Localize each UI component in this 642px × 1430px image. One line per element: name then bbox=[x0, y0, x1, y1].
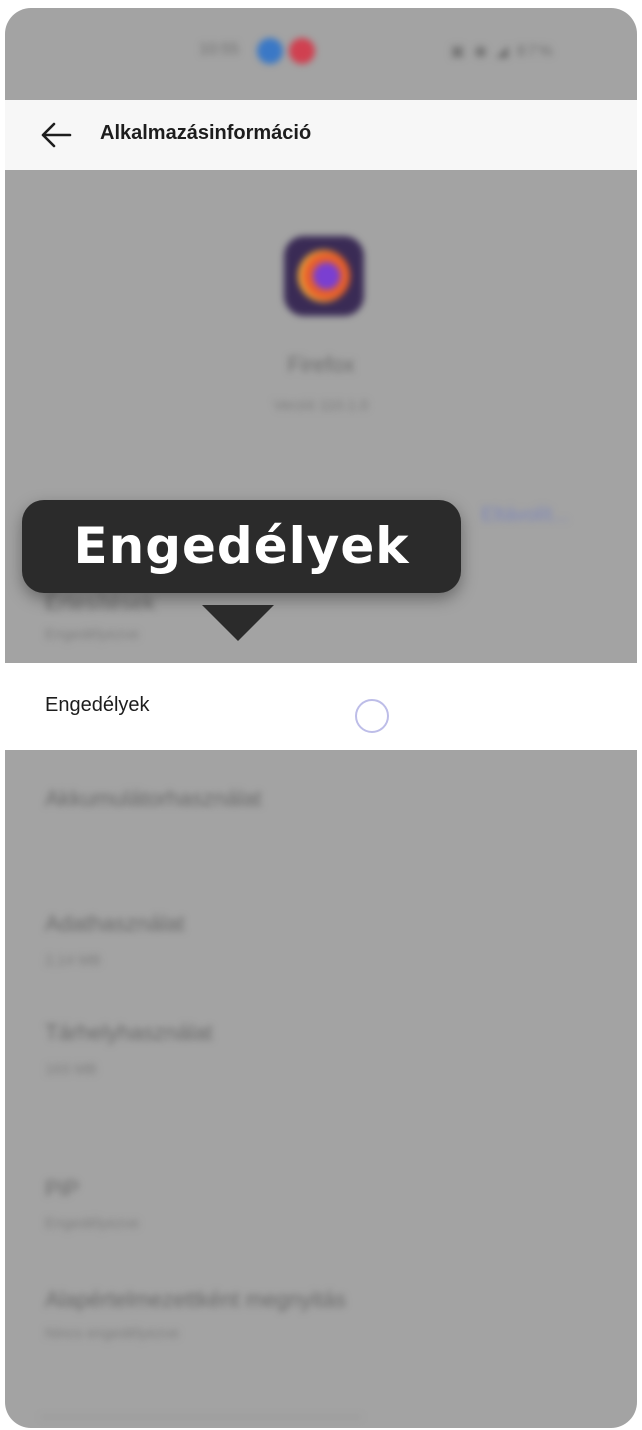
page-title: Alkalmazásinformáció bbox=[100, 122, 312, 144]
app-bar: Alkalmazásinformáció bbox=[5, 100, 637, 170]
row-storage-title[interactable]: Tárhelyhasználat bbox=[45, 1020, 213, 1046]
firefox-logo bbox=[298, 250, 350, 302]
phone-screen: 10:55 ▣ ◉ ◢ 87% Firefox Verzió 110.1.0 E… bbox=[5, 8, 637, 1428]
row-storage-subtitle: 163 MB bbox=[45, 1061, 97, 1078]
uninstall-link[interactable]: Eltávolít... bbox=[481, 504, 569, 527]
row-open-by-default-title[interactable]: Alapértelmezettként megnyitás bbox=[45, 1287, 346, 1313]
row-open-by-default-subtitle: Nincs engedélyezve bbox=[45, 1325, 180, 1342]
firefox-app-icon bbox=[284, 236, 364, 316]
arrow-left-icon[interactable] bbox=[39, 120, 73, 150]
status-icons: ▣ ◉ ◢ 87% bbox=[450, 43, 555, 60]
row-battery-title[interactable]: Akkumulátorhasználat bbox=[45, 786, 261, 812]
divider bbox=[41, 1416, 361, 1418]
status-bar: 10:55 ▣ ◉ ◢ 87% bbox=[5, 8, 637, 100]
tap-indicator-icon bbox=[355, 699, 389, 733]
app-version: Verzió 110.1.0 bbox=[273, 397, 369, 414]
tooltip-callout: Engedélyek bbox=[22, 500, 461, 593]
permissions-row[interactable]: Engedélyek bbox=[5, 663, 637, 750]
notification-icon bbox=[289, 38, 315, 64]
row-notifications-title[interactable]: Értesítések bbox=[45, 590, 155, 616]
permissions-label: Engedélyek bbox=[45, 694, 150, 716]
row-notifications-subtitle: Engedélyezve bbox=[45, 626, 140, 643]
tooltip-arrow bbox=[202, 605, 274, 641]
row-pip-title[interactable]: PiP bbox=[45, 1176, 79, 1202]
app-name: Firefox bbox=[287, 352, 355, 377]
row-pip-subtitle: Engedélyezve bbox=[45, 1215, 140, 1232]
row-data-usage-title[interactable]: Adathasználat bbox=[45, 911, 184, 937]
tooltip-text: Engedélyek bbox=[73, 517, 410, 575]
row-data-usage-subtitle: 2,14 MB bbox=[45, 952, 101, 969]
status-time: 10:55 bbox=[199, 41, 240, 58]
notification-icon bbox=[257, 38, 283, 64]
